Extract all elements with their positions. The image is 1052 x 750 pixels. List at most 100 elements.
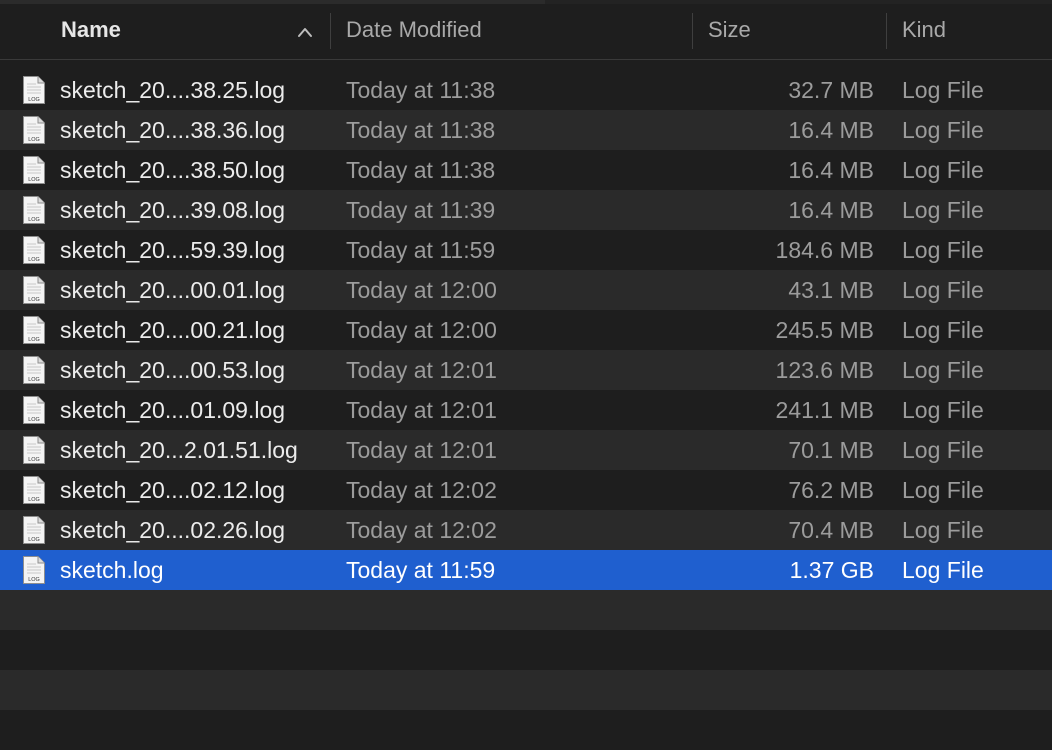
- file-kind: Log File: [902, 317, 984, 343]
- column-divider[interactable]: [886, 13, 887, 49]
- file-badge-text: LOG: [28, 257, 40, 263]
- file-row[interactable]: LOG sketch_20....39.08.log Today at 11:39 1…: [0, 190, 1052, 230]
- file-row[interactable]: LOG sketch_20...2.01.51.log Today at 12:01…: [0, 430, 1052, 470]
- file-row[interactable]: LOG sketch_20....02.26.log Today at 12:02 7…: [0, 510, 1052, 550]
- file-name: sketch_20....00.01.log: [60, 277, 286, 303]
- file-kind: Log File: [902, 517, 984, 543]
- file-badge-text: LOG: [28, 337, 40, 343]
- file-badge-text: LOG: [28, 177, 40, 183]
- file-date-modified: Today at 11:38: [346, 117, 496, 143]
- log-file-icon: LOG: [23, 356, 45, 384]
- log-file-icon: LOG: [23, 196, 45, 224]
- log-file-icon: LOG: [23, 436, 45, 464]
- file-size: 16.4 MB: [788, 117, 874, 143]
- file-badge-text: LOG: [28, 537, 40, 543]
- file-kind: Log File: [902, 437, 984, 463]
- file-badge-text: LOG: [28, 417, 40, 423]
- file-row[interactable]: LOG sketch_20....00.53.log Today at 12:01 1…: [0, 350, 1052, 390]
- file-row[interactable]: LOG sketch_20....59.39.log Today at 11:59 1…: [0, 230, 1052, 270]
- log-file-icon: LOG: [23, 476, 45, 504]
- file-kind: Log File: [902, 477, 984, 503]
- file-badge-text: LOG: [28, 217, 40, 223]
- file-name: sketch_20....39.08.log: [60, 197, 286, 223]
- file-badge-text: LOG: [28, 457, 40, 463]
- file-date-modified: Today at 11:38: [346, 77, 496, 103]
- file-size: 16.4 MB: [788, 157, 874, 183]
- file-size: 76.2 MB: [788, 477, 874, 503]
- file-row[interactable]: LOG sketch_20....38.36.log Today at 11:38 1…: [0, 110, 1052, 150]
- file-badge-text: LOG: [28, 577, 40, 583]
- file-kind: Log File: [902, 557, 984, 583]
- file-name: sketch_20....59.39.log: [60, 237, 286, 263]
- column-header-kind[interactable]: Kind: [902, 4, 946, 59]
- column-divider[interactable]: [330, 13, 331, 49]
- column-header-size[interactable]: Size: [708, 4, 751, 59]
- file-kind: Log File: [902, 157, 984, 183]
- file-size: 184.6 MB: [775, 237, 874, 263]
- file-name: sketch_20....02.26.log: [60, 517, 286, 543]
- file-size: 43.1 MB: [788, 277, 874, 303]
- file-row[interactable]: LOG sketch_20....00.01.log Today at 12:00 4…: [0, 270, 1052, 310]
- log-file-icon: LOG: [23, 556, 45, 584]
- file-kind: Log File: [902, 397, 984, 423]
- file-kind: Log File: [902, 277, 984, 303]
- file-badge-text: LOG: [28, 137, 40, 143]
- empty-row-stripe: [0, 710, 1052, 750]
- file-badge-text: LOG: [28, 97, 40, 103]
- file-size: 123.6 MB: [775, 357, 874, 383]
- file-kind: Log File: [902, 237, 984, 263]
- column-header-date-modified[interactable]: Date Modified: [346, 4, 482, 59]
- file-size: 245.5 MB: [775, 317, 874, 343]
- file-badge-text: LOG: [28, 377, 40, 383]
- file-kind: Log File: [902, 77, 984, 103]
- log-file-icon: LOG: [23, 516, 45, 544]
- file-date-modified: Today at 12:00: [346, 317, 497, 343]
- log-file-icon: LOG: [23, 396, 45, 424]
- file-badge-text: LOG: [28, 497, 40, 503]
- empty-row-stripe: [0, 630, 1052, 670]
- file-row[interactable]: LOG sketch_20....38.25.log Today at 11:38 3…: [0, 70, 1052, 110]
- file-name: sketch_20....38.36.log: [60, 117, 286, 143]
- file-size: 70.4 MB: [788, 517, 874, 543]
- file-name: sketch_20....00.53.log: [60, 357, 286, 383]
- empty-row-stripe: [0, 670, 1052, 710]
- file-name: sketch_20....38.25.log: [60, 77, 286, 103]
- file-name: sketch.log: [60, 557, 164, 583]
- log-file-icon: LOG: [23, 236, 45, 264]
- file-name: sketch_20....38.50.log: [60, 157, 286, 183]
- file-badge-text: LOG: [28, 297, 40, 303]
- file-date-modified: Today at 12:01: [346, 357, 497, 383]
- file-row[interactable]: LOG sketch_20....01.09.log Today at 12:01 2…: [0, 390, 1052, 430]
- file-name: sketch_20...2.01.51.log: [60, 437, 298, 463]
- file-name: sketch_20....02.12.log: [60, 477, 286, 503]
- file-kind: Log File: [902, 357, 984, 383]
- log-file-icon: LOG: [23, 316, 45, 344]
- file-row[interactable]: LOG sketch_20....00.21.log Today at 12:00 2…: [0, 310, 1052, 350]
- file-size: 1.37 GB: [789, 557, 874, 583]
- file-size: 32.7 MB: [788, 77, 874, 103]
- log-file-icon: LOG: [23, 276, 45, 304]
- file-name: sketch_20....01.09.log: [60, 397, 286, 423]
- column-header-name[interactable]: Name: [61, 4, 121, 59]
- file-date-modified: Today at 11:59: [346, 237, 496, 263]
- log-file-icon: LOG: [23, 116, 45, 144]
- log-file-icon: LOG: [23, 76, 45, 104]
- file-date-modified: Today at 11:38: [346, 157, 496, 183]
- chevron-up-icon[interactable]: [297, 26, 313, 38]
- empty-row-stripe: [0, 590, 1052, 630]
- file-date-modified: Today at 12:02: [346, 517, 497, 543]
- file-size: 70.1 MB: [788, 437, 874, 463]
- file-name: sketch_20....00.21.log: [60, 317, 286, 343]
- file-size: 241.1 MB: [775, 397, 874, 423]
- log-file-icon: LOG: [23, 156, 45, 184]
- file-date-modified: Today at 12:00: [346, 277, 497, 303]
- file-row[interactable]: LOG sketch_20....38.50.log Today at 11:38 1…: [0, 150, 1052, 190]
- column-divider[interactable]: [692, 13, 693, 49]
- file-date-modified: Today at 11:59: [346, 557, 496, 583]
- file-kind: Log File: [902, 197, 984, 223]
- file-row[interactable]: LOG sketch.log Today at 11:59 1.37 GB Log Fi…: [0, 550, 1052, 590]
- file-size: 16.4 MB: [788, 197, 874, 223]
- column-header-bar: Name Date Modified Size Kind: [0, 4, 1052, 60]
- file-row[interactable]: LOG sketch_20....02.12.log Today at 12:02 7…: [0, 470, 1052, 510]
- file-date-modified: Today at 12:01: [346, 397, 497, 423]
